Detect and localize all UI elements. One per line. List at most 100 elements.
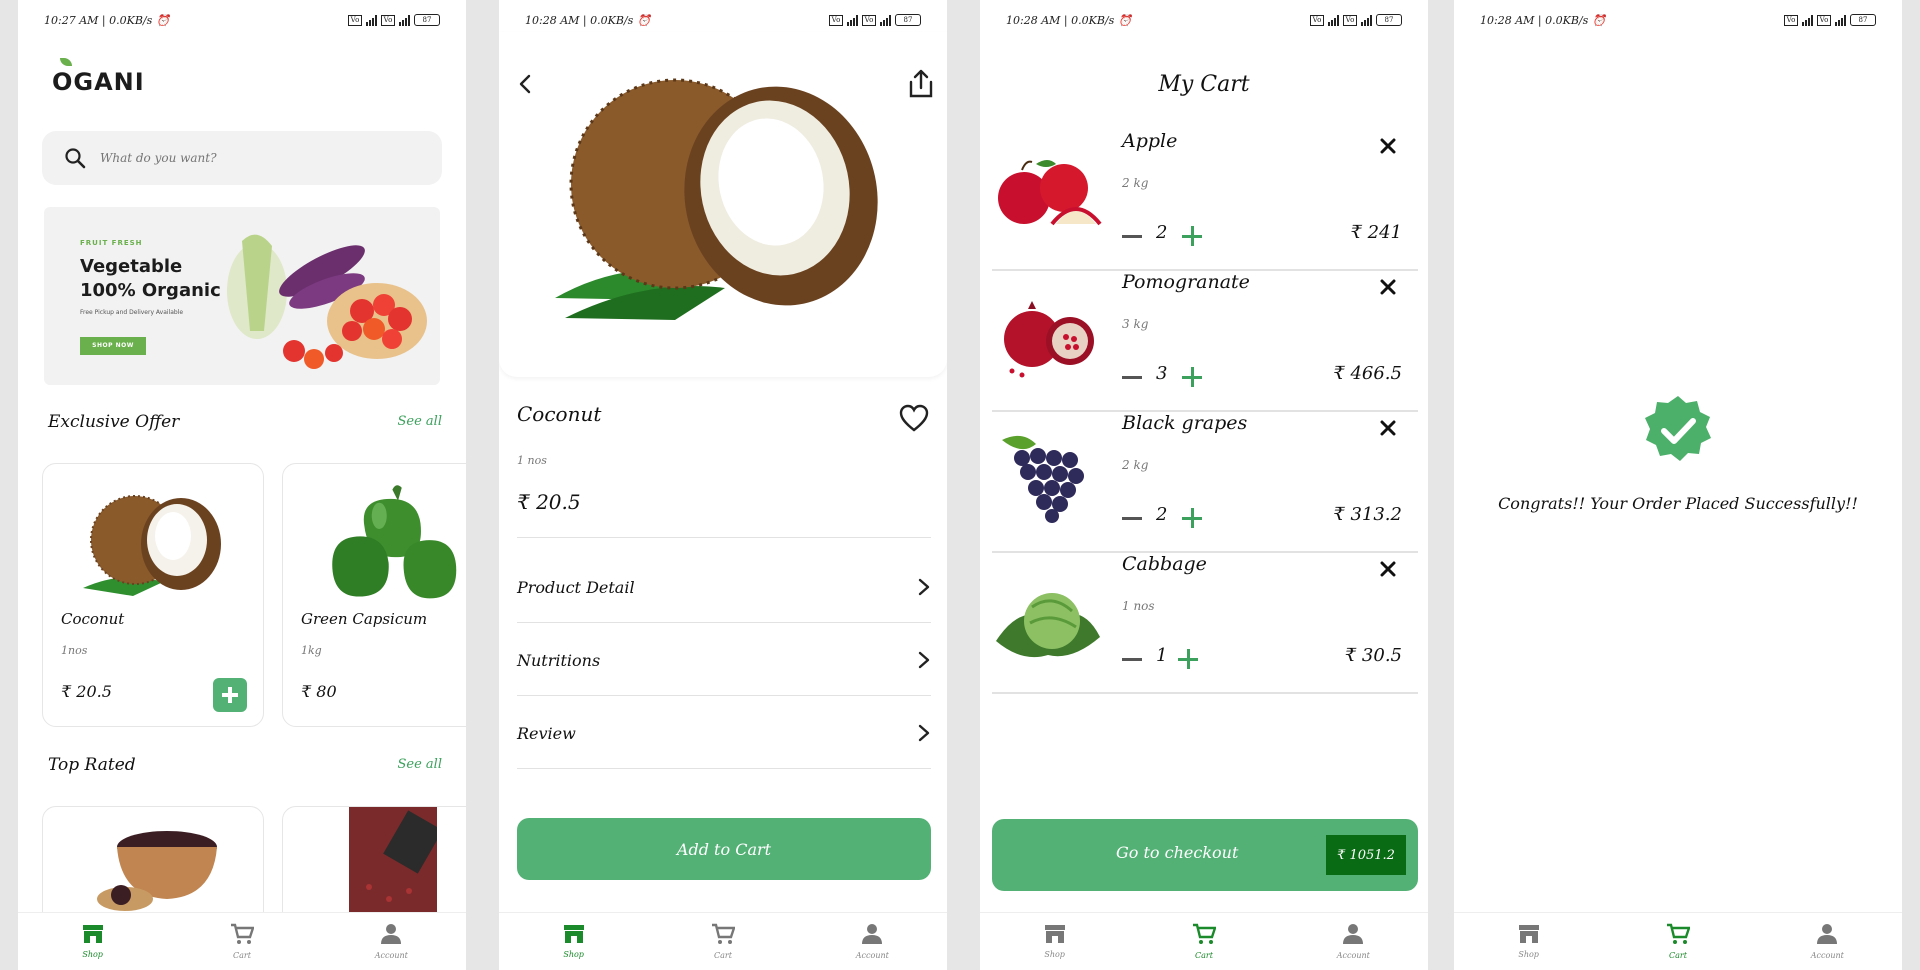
item-qty: 1 nos bbox=[1122, 599, 1155, 613]
shop-icon bbox=[563, 925, 584, 943]
item-count: 2 bbox=[1156, 222, 1168, 243]
decrease-qty-button[interactable] bbox=[1122, 367, 1142, 387]
product-price: ₹ 80 bbox=[301, 682, 337, 701]
product-card-coconut[interactable]: Coconut 1nos ₹ 20.5 bbox=[42, 463, 264, 727]
cart-item-black-grapes: Black grapes 2 kg 2 ₹ 313.2 bbox=[992, 412, 1418, 553]
add-to-cart-button[interactable]: Add to Cart bbox=[517, 818, 931, 880]
nav-account[interactable]: Account bbox=[1303, 923, 1403, 960]
add-to-cart-button[interactable] bbox=[213, 678, 247, 712]
volte-icon: Vo bbox=[829, 14, 843, 26]
search-input[interactable] bbox=[100, 151, 400, 165]
decrease-qty-button[interactable] bbox=[1122, 649, 1142, 669]
product-card-capsicum[interactable]: Green Capsicum 1kg ₹ 80 bbox=[282, 463, 466, 727]
promo-banner[interactable]: FRUIT FRESH Vegetable 100% Organic Free … bbox=[44, 207, 440, 385]
nav-cart-label: Cart bbox=[714, 951, 732, 960]
item-count: 1 bbox=[1156, 645, 1168, 666]
nav-shop-label: Shop bbox=[1518, 950, 1539, 959]
nav-shop[interactable]: Shop bbox=[1005, 924, 1105, 959]
nutritions-row[interactable]: Nutritions bbox=[517, 624, 931, 696]
nav-shop[interactable]: Shop bbox=[43, 924, 143, 959]
cart-item-pomogranate: Pomogranate 3 kg 3 ₹ 466.5 bbox=[992, 271, 1418, 412]
nav-account[interactable]: Account bbox=[822, 923, 922, 960]
battery-icon: 87 bbox=[1850, 14, 1876, 26]
review-label: Review bbox=[517, 723, 576, 743]
shop-icon bbox=[1518, 925, 1539, 943]
nav-account-label: Account bbox=[1810, 951, 1844, 960]
product-hero bbox=[499, 32, 947, 377]
remove-item-close-icon[interactable] bbox=[1380, 561, 1396, 577]
increase-qty-button[interactable] bbox=[1182, 508, 1202, 528]
leaf-icon bbox=[60, 58, 72, 66]
alarm-icon: ⏰ bbox=[637, 13, 651, 27]
cart-title: My Cart bbox=[1158, 72, 1250, 97]
favorite-heart-icon[interactable] bbox=[899, 404, 929, 432]
item-count: 2 bbox=[1156, 504, 1168, 525]
product-name: Green Capsicum bbox=[301, 610, 428, 628]
decrease-qty-button[interactable] bbox=[1122, 226, 1142, 246]
alarm-icon: ⏰ bbox=[1118, 13, 1132, 27]
apple-image bbox=[998, 160, 1102, 226]
product-detail-row[interactable]: Product Detail bbox=[517, 551, 931, 623]
divider bbox=[517, 768, 931, 769]
nav-account[interactable]: Account bbox=[341, 923, 441, 960]
item-qty: 3 kg bbox=[1122, 317, 1149, 331]
increase-qty-button[interactable] bbox=[1178, 649, 1198, 669]
product-qty: 1 nos bbox=[517, 454, 547, 467]
search-bar[interactable] bbox=[42, 131, 442, 185]
nav-cart[interactable]: Cart bbox=[1628, 923, 1728, 960]
logo-text: OGANI bbox=[52, 68, 145, 96]
divider bbox=[517, 537, 931, 538]
product-name: Coconut bbox=[61, 610, 125, 628]
nav-account[interactable]: Account bbox=[1777, 923, 1877, 960]
nav-shop[interactable]: Shop bbox=[1479, 924, 1579, 959]
back-icon[interactable] bbox=[515, 72, 535, 96]
share-icon[interactable] bbox=[907, 68, 935, 100]
product-qty: 1nos bbox=[61, 644, 88, 657]
bottom-nav: Shop Cart Account bbox=[980, 912, 1428, 970]
remove-item-close-icon[interactable] bbox=[1380, 138, 1396, 154]
decrease-qty-button[interactable] bbox=[1122, 508, 1142, 528]
alarm-icon: ⏰ bbox=[1592, 13, 1606, 27]
product-card-red-rice[interactable] bbox=[282, 806, 466, 926]
shop-now-button[interactable]: SHOP NOW bbox=[80, 337, 146, 355]
checkout-label: Go to checkout bbox=[1116, 843, 1239, 862]
nav-cart[interactable]: Cart bbox=[192, 923, 292, 960]
status-time: 10:28 AM | 0.0KB/s bbox=[525, 13, 634, 27]
black-rice-image bbox=[97, 831, 217, 911]
exclusive-see-all-link[interactable]: See all bbox=[398, 414, 443, 429]
nav-cart[interactable]: Cart bbox=[673, 923, 773, 960]
app-logo: OGANI bbox=[52, 58, 145, 96]
product-detail-label: Product Detail bbox=[517, 577, 635, 597]
product-card-rice[interactable] bbox=[42, 806, 264, 926]
increase-qty-button[interactable] bbox=[1182, 367, 1202, 387]
item-name: Black grapes bbox=[1122, 412, 1248, 434]
product-title: Coconut bbox=[517, 402, 602, 426]
product-detail-screen: 10:28 AM | 0.0KB/s ⏰ Vo Vo 87 Coconut 1 n… bbox=[499, 0, 947, 970]
banner-tag: FRUIT FRESH bbox=[80, 239, 143, 247]
account-icon bbox=[1343, 924, 1364, 944]
item-name: Apple bbox=[1122, 130, 1178, 152]
increase-qty-button[interactable] bbox=[1182, 226, 1202, 246]
product-price: ₹ 20.5 bbox=[517, 490, 581, 514]
signal-icon bbox=[1361, 14, 1372, 26]
divider bbox=[517, 622, 931, 623]
cart-icon bbox=[230, 923, 254, 944]
signal-icon bbox=[880, 14, 891, 26]
nav-account-label: Account bbox=[855, 951, 889, 960]
battery-icon: 87 bbox=[895, 14, 921, 26]
divider bbox=[517, 695, 931, 696]
capsicum-image bbox=[332, 485, 457, 599]
status-bar: 10:27 AM | 0.0KB/s ⏰ Vo Vo 87 bbox=[44, 10, 440, 30]
remove-item-close-icon[interactable] bbox=[1380, 420, 1396, 436]
review-row[interactable]: Review bbox=[517, 697, 931, 769]
home-screen: 10:27 AM | 0.0KB/s⏰ Vo Vo 87 OGANI FRUIT… bbox=[18, 0, 466, 970]
item-count: 3 bbox=[1156, 363, 1168, 384]
nav-shop[interactable]: Shop bbox=[524, 924, 624, 959]
nav-cart[interactable]: Cart bbox=[1154, 923, 1254, 960]
coconut-hero-image bbox=[555, 78, 878, 320]
top-rated-see-all-link[interactable]: See all bbox=[398, 757, 443, 772]
cart-icon bbox=[1192, 923, 1216, 944]
remove-item-close-icon[interactable] bbox=[1380, 279, 1396, 295]
volte-icon: Vo bbox=[348, 14, 362, 26]
go-to-checkout-button[interactable]: Go to checkout ₹ 1051.2 bbox=[992, 819, 1418, 891]
